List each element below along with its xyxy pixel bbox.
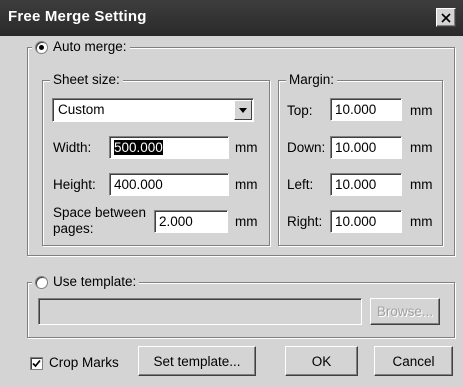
browse-button[interactable]: Browse...: [370, 298, 440, 325]
ok-button[interactable]: OK: [285, 346, 358, 376]
margin-left-label: Left:: [287, 177, 314, 192]
auto-merge-option[interactable]: Auto merge:: [32, 39, 130, 55]
margin-down-label: Down:: [287, 140, 326, 155]
sheet-size-dropdown[interactable]: Custom: [52, 98, 254, 122]
close-icon: [441, 12, 451, 23]
margin-down-unit: mm: [410, 140, 433, 155]
height-unit: mm: [235, 177, 258, 192]
browse-button-label: Browse...: [376, 304, 434, 319]
sheet-size-value: Custom: [58, 102, 105, 117]
margin-left-input[interactable]: 10.000: [330, 173, 402, 196]
crop-marks-checkbox[interactable]: [30, 356, 43, 370]
template-path-input[interactable]: [38, 298, 362, 325]
crop-marks-label: Crop Marks: [49, 355, 119, 370]
use-template-radio[interactable]: [35, 275, 48, 289]
cancel-label: Cancel: [392, 353, 435, 369]
checkmark-icon: [32, 359, 41, 367]
height-label: Height:: [53, 177, 96, 192]
space-between-label-line2: pages:: [53, 221, 94, 236]
width-unit: mm: [235, 140, 258, 155]
window-title: Free Merge Setting: [8, 8, 147, 25]
auto-merge-radio[interactable]: [35, 40, 48, 54]
margin-top-label: Top:: [287, 103, 313, 118]
width-label: Width:: [53, 140, 92, 155]
width-input[interactable]: 500.000: [109, 136, 229, 159]
sheet-size-label: Sheet size:: [50, 72, 123, 88]
margin-right-unit: mm: [410, 214, 433, 229]
set-template-button[interactable]: Set template...: [138, 346, 256, 376]
auto-merge-label: Auto merge:: [53, 39, 127, 54]
dropdown-arrow-button[interactable]: [234, 100, 252, 120]
ok-label: OK: [311, 353, 332, 369]
close-button[interactable]: [436, 8, 456, 27]
margin-top-input[interactable]: 10.000: [330, 98, 402, 121]
margin-right-input[interactable]: 10.000: [330, 210, 402, 233]
set-template-label: Set template...: [153, 353, 241, 369]
space-between-unit: mm: [235, 214, 258, 229]
width-value: 500.000: [114, 140, 163, 155]
chevron-down-icon: [239, 107, 247, 113]
margin-label: Margin:: [286, 72, 338, 88]
space-between-input[interactable]: 2.000: [154, 210, 228, 233]
margin-right-label: Right:: [287, 214, 323, 229]
use-template-label: Use template:: [53, 274, 137, 289]
height-input[interactable]: 400.000: [109, 173, 229, 196]
use-template-option[interactable]: Use template:: [32, 274, 140, 290]
crop-marks-option[interactable]: Crop Marks: [30, 355, 119, 371]
margin-down-input[interactable]: 10.000: [330, 136, 402, 159]
space-between-label-line1: Space between: [53, 205, 147, 220]
cancel-button[interactable]: Cancel: [374, 346, 453, 376]
margin-left-unit: mm: [410, 177, 433, 192]
margin-top-unit: mm: [410, 103, 433, 118]
